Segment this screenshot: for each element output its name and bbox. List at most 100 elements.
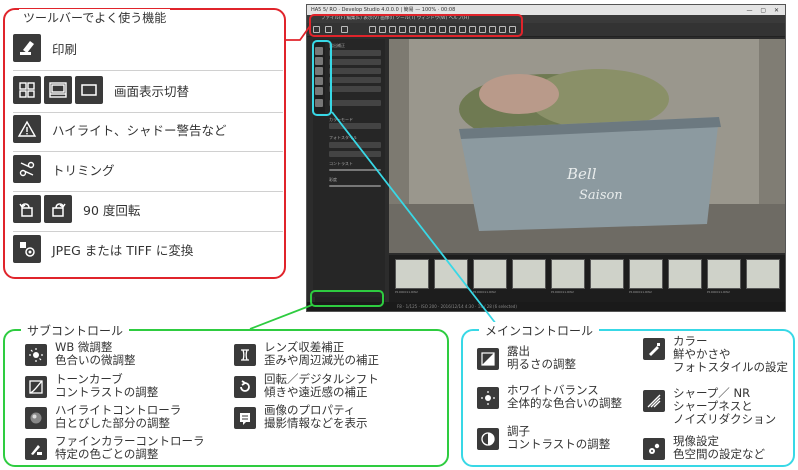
divider <box>13 151 283 152</box>
warning-icon <box>13 115 41 143</box>
rotate-shift-icon <box>234 376 256 398</box>
sidebar-field[interactable] <box>329 123 381 129</box>
sharp-nr-icon <box>643 390 665 412</box>
thumbnail[interactable] <box>473 259 507 289</box>
divider <box>13 112 283 113</box>
window-title: HA5 5/ RO · Develop Studio 4.0.0.0 | 簡易 … <box>311 7 456 13</box>
properties-text: 画像のプロパティ 撮影情報などを表示 <box>264 404 368 430</box>
color-text: カラー 鮮やかさや フォトスタイルの設定 <box>673 335 788 374</box>
single-view-icon <box>75 76 103 104</box>
lens-desc: 歪みや周辺減光の補正 <box>264 353 379 367</box>
divider <box>13 231 283 232</box>
white-balance-text: ホワイトバランス 全体的な色合いの調整 <box>507 384 622 410</box>
properties-icon <box>234 407 256 429</box>
sub-control-highlight <box>310 290 384 307</box>
tone-curve-icon <box>25 376 47 398</box>
fine-color-desc: 特定の色ごとの調整 <box>55 447 159 461</box>
rotate-shift-text: 回転／デジタルシフト 傾きや遠近感の補正 <box>264 373 379 399</box>
toolbar-features-panel: ツールバーでよく使う機能 印刷 画面表示切替 ハイライト、シャドー警告など トリ… <box>3 8 286 279</box>
thumbnail[interactable] <box>746 259 780 289</box>
sidebar-field[interactable] <box>329 50 381 56</box>
rotate-label: 90 度回転 <box>83 202 141 218</box>
thumbnail[interactable] <box>629 259 663 289</box>
exposure-item: 露出 明るさの調整 <box>477 345 576 371</box>
view-switch-label: 画面表示切替 <box>114 83 190 99</box>
tone-curve-desc: コントラストの調整 <box>55 385 159 399</box>
sidebar-field[interactable] <box>329 59 381 65</box>
properties-item: 画像のプロパティ 撮影情報などを表示 <box>234 404 368 430</box>
thumbnail-caption: P1000011.RW2 <box>629 290 652 294</box>
thumbnail[interactable] <box>707 259 741 289</box>
warning-label: ハイライト、シャドー警告など <box>52 122 227 138</box>
filmstrip-view-icon <box>44 76 72 104</box>
thumbnail[interactable] <box>590 259 624 289</box>
divider <box>13 191 283 192</box>
main-control-highlight <box>312 40 332 116</box>
develop-settings-text: 現像設定 色空間の設定など <box>673 435 765 461</box>
sidebar-field[interactable] <box>329 68 381 74</box>
wb-fine-desc: 色合いの微調整 <box>55 353 136 367</box>
saturation-slider[interactable] <box>329 185 381 187</box>
tone-text: 調子 コントラストの調整 <box>507 425 610 451</box>
highlight-text: ハイライトコントローラ 白とびした部分の調整 <box>55 404 181 430</box>
develop-settings-icon <box>643 438 665 460</box>
crop-row: トリミング <box>13 154 283 184</box>
develop-settings-item: 現像設定 色空間の設定など <box>643 435 765 461</box>
sidebar-field[interactable] <box>329 100 381 106</box>
svg-text:Bell: Bell <box>566 165 597 183</box>
thumbnail[interactable] <box>434 259 468 289</box>
wb-fine-text: WB 微調整 色合いの微調整 <box>55 341 136 367</box>
thumbnail-caption: P1000011.RW2 <box>707 290 730 294</box>
fine-color-text: ファインカラーコントローラ 特定の色ごとの調整 <box>55 435 205 461</box>
grid-view-icon <box>13 76 41 104</box>
sharp-nr-desc-2: ノイズリダクション <box>673 412 777 426</box>
sharp-nr-text: シャープ／ NR シャープネスと ノイズリダクション <box>673 387 776 426</box>
main-control-panel: メインコントロール 露出 明るさの調整 ホワイトバランス 全体的な色合いの調整 … <box>461 322 795 467</box>
view-switch-row: 画面表示切替 <box>13 75 283 105</box>
preview-image: Bell Saison <box>389 39 785 253</box>
tone-desc: コントラストの調整 <box>507 437 611 451</box>
thumbnail[interactable] <box>395 259 429 289</box>
svg-text:Saison: Saison <box>579 188 623 203</box>
rotate-right-icon <box>44 195 72 223</box>
highlight-desc: 白とびした部分の調整 <box>55 416 170 430</box>
sidebar-field[interactable] <box>329 151 381 157</box>
divider <box>13 70 283 71</box>
exposure-text: 露出 明るさの調整 <box>507 345 576 371</box>
toolbar-highlight <box>309 14 523 37</box>
sidebar-field[interactable] <box>329 77 381 83</box>
sharp-nr-item: シャープ／ NR シャープネスと ノイズリダクション <box>643 387 776 426</box>
wb-fine-icon <box>25 344 47 366</box>
crop-icon <box>13 155 41 183</box>
warning-row: ハイライト、シャドー警告など <box>13 114 283 144</box>
color-item: カラー 鮮やかさや フォトスタイルの設定 <box>643 335 788 374</box>
sidebar-label: 彩度 <box>329 177 337 182</box>
filmstrip[interactable]: P1000011.RW2 P1000011.RW2 P1000011.RW2 P… <box>389 255 785 303</box>
sidebar-field[interactable] <box>329 86 381 92</box>
convert-row: JPEG または TIFF に変換 <box>13 234 283 264</box>
app-screenshot: HA5 5/ RO · Develop Studio 4.0.0.0 | 簡易 … <box>306 4 786 312</box>
white-balance-icon <box>477 387 499 409</box>
highlight-icon <box>25 407 47 429</box>
sub-control-panel: サブコントロール WB 微調整 色合いの微調整 トーンカーブ コントラストの調整… <box>3 322 449 467</box>
tone-curve-text: トーンカーブ コントラストの調整 <box>55 373 158 399</box>
highlight-item: ハイライトコントローラ 白とびした部分の調整 <box>25 404 181 430</box>
thumbnail[interactable] <box>512 259 546 289</box>
rotate-shift-desc: 傾きや遠近感の補正 <box>264 385 368 399</box>
tone-icon <box>477 428 499 450</box>
develop-settings-desc: 色空間の設定など <box>673 447 765 461</box>
contrast-slider[interactable] <box>329 169 381 171</box>
convert-label: JPEG または TIFF に変換 <box>52 242 194 258</box>
sub-panel-title: サブコントロール <box>21 322 130 339</box>
thumbnail[interactable] <box>668 259 702 289</box>
white-balance-item: ホワイトバランス 全体的な色合いの調整 <box>477 384 622 410</box>
main-panel-title: メインコントロール <box>479 322 600 339</box>
white-balance-desc: 全体的な色合いの調整 <box>507 396 622 410</box>
sidebar-field[interactable] <box>329 142 381 148</box>
color-desc-2: フォトスタイルの設定 <box>673 360 788 374</box>
thumbnail[interactable] <box>551 259 585 289</box>
crop-label: トリミング <box>52 162 115 178</box>
fine-color-item: ファインカラーコントローラ 特定の色ごとの調整 <box>25 435 205 461</box>
thumbnail-caption: P1000011.RW2 <box>551 290 574 294</box>
exposure-desc: 明るさの調整 <box>507 357 576 371</box>
